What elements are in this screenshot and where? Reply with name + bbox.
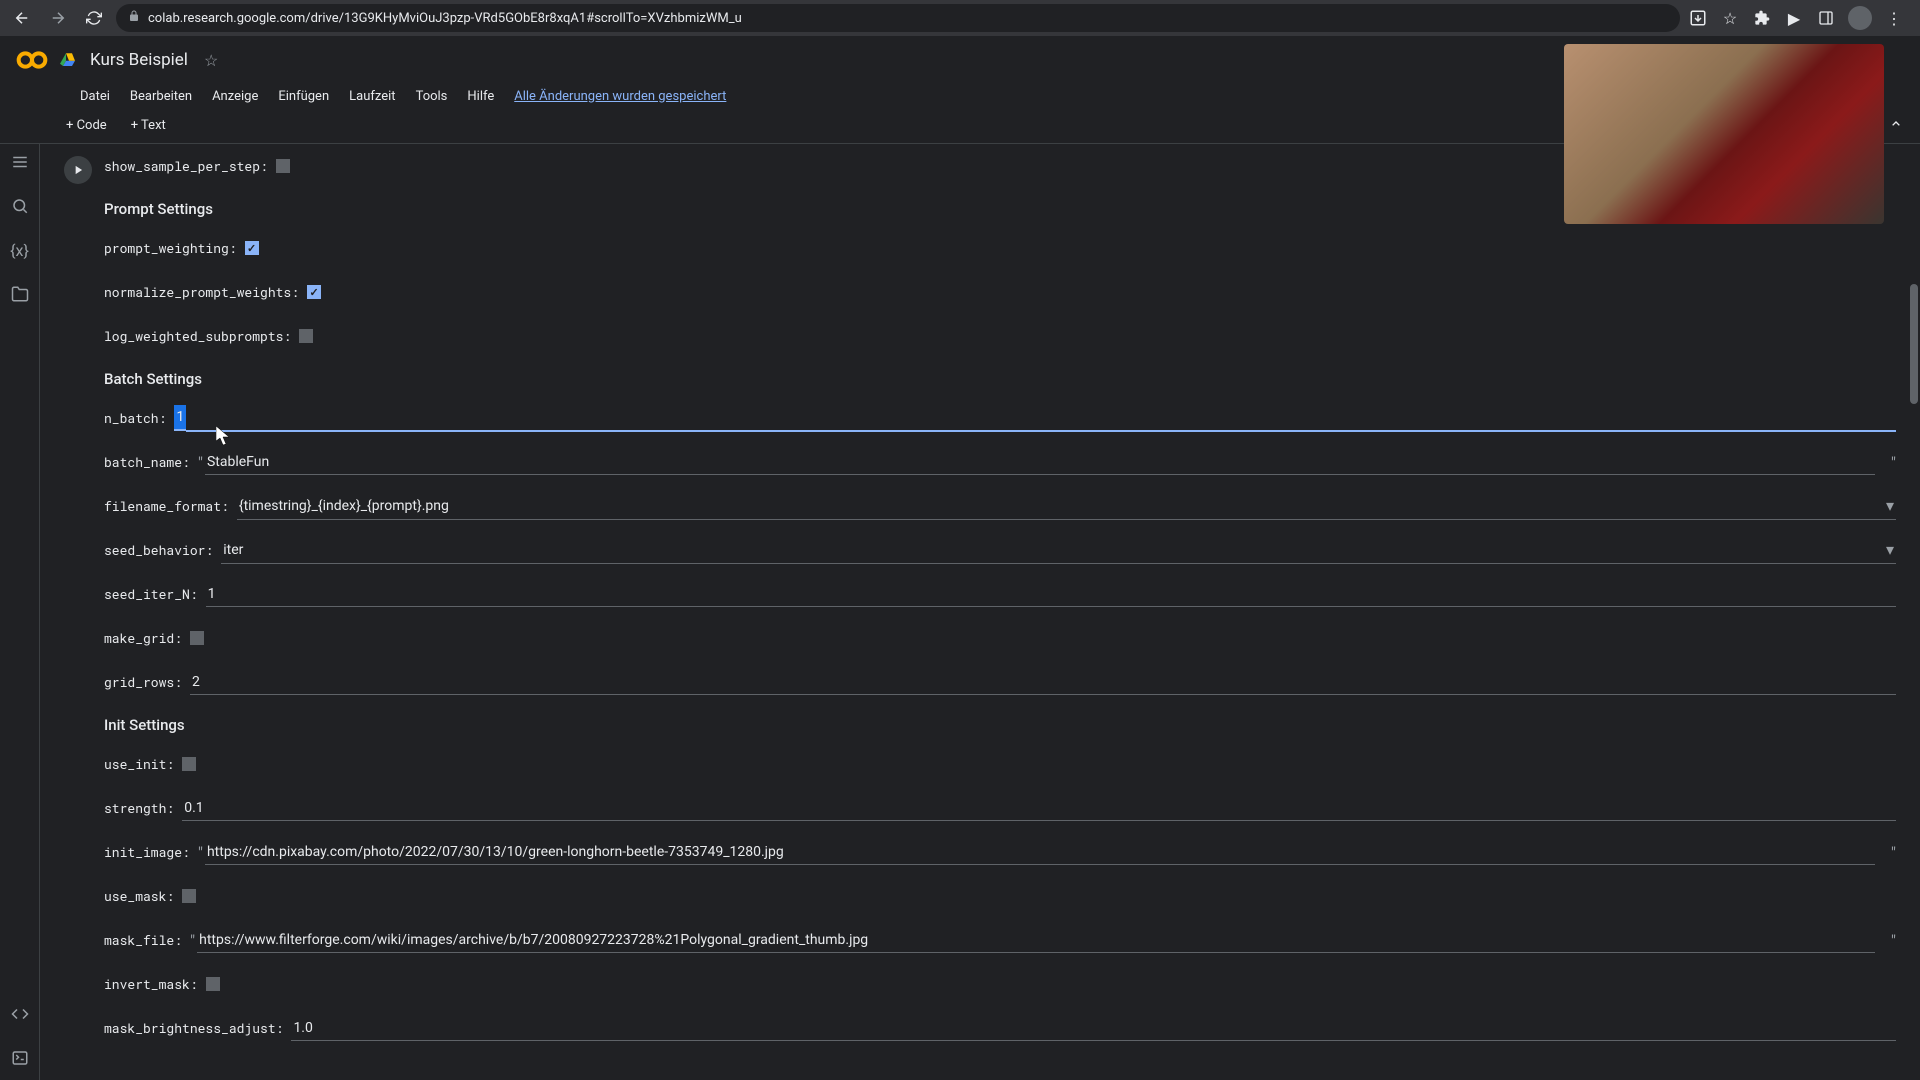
strength-input[interactable] bbox=[182, 796, 1896, 821]
run-button[interactable] bbox=[64, 156, 92, 184]
init-image-label: init_image: bbox=[104, 843, 190, 861]
invert-mask-checkbox[interactable] bbox=[206, 977, 220, 991]
main-content: show_sample_per_step: Prompt Settings pr… bbox=[40, 144, 1920, 1080]
filename-format-label: filename_format: bbox=[104, 497, 229, 515]
forward-button[interactable] bbox=[44, 4, 72, 32]
n-batch-input[interactable] bbox=[174, 405, 186, 431]
mask-brightness-label: mask_brightness_adjust: bbox=[104, 1019, 283, 1037]
seed-behavior-dropdown[interactable]: iter ▾ bbox=[221, 536, 1896, 564]
form-cell: show_sample_per_step: Prompt Settings pr… bbox=[64, 152, 1904, 1058]
url-text: colab.research.google.com/drive/13G9KHyM… bbox=[148, 11, 742, 26]
collapse-button[interactable] bbox=[1888, 116, 1904, 136]
prompt-weighting-label: prompt_weighting: bbox=[104, 239, 237, 257]
n-batch-label: n_batch: bbox=[104, 409, 166, 427]
bookmark-icon[interactable]: ☆ bbox=[1720, 8, 1740, 28]
colab-logo-icon bbox=[16, 44, 48, 76]
drive-icon bbox=[60, 51, 78, 69]
webcam-overlay bbox=[1564, 44, 1884, 224]
log-subprompts-checkbox[interactable] bbox=[299, 329, 313, 343]
log-subprompts-label: log_weighted_subprompts: bbox=[104, 327, 291, 345]
make-grid-label: make_grid: bbox=[104, 629, 182, 647]
chevron-down-icon: ▾ bbox=[1886, 540, 1894, 559]
media-icon[interactable]: ▶ bbox=[1784, 8, 1804, 28]
seed-iter-input[interactable] bbox=[206, 582, 1896, 607]
show-sample-checkbox[interactable] bbox=[276, 159, 290, 173]
mask-file-input[interactable] bbox=[197, 928, 1875, 953]
chevron-down-icon: ▾ bbox=[1886, 496, 1894, 515]
batch-name-label: batch_name: bbox=[104, 453, 190, 471]
menu-edit[interactable]: Bearbeiten bbox=[122, 87, 200, 106]
profile-avatar[interactable] bbox=[1848, 6, 1872, 30]
use-init-label: use_init: bbox=[104, 755, 174, 773]
menu-insert[interactable]: Einfügen bbox=[270, 87, 337, 106]
panel-icon[interactable] bbox=[1816, 8, 1836, 28]
normalize-weights-checkbox[interactable] bbox=[307, 285, 321, 299]
mask-file-label: mask_file: bbox=[104, 931, 182, 949]
show-sample-label: show_sample_per_step: bbox=[104, 157, 268, 175]
lock-icon bbox=[128, 10, 140, 26]
reload-button[interactable] bbox=[80, 4, 108, 32]
terminal-icon[interactable] bbox=[10, 1048, 30, 1068]
section-init: Init Settings bbox=[104, 716, 1896, 734]
star-icon[interactable]: ☆ bbox=[204, 51, 218, 70]
back-button[interactable] bbox=[8, 4, 36, 32]
seed-behavior-label: seed_behavior: bbox=[104, 541, 213, 559]
normalize-weights-label: normalize_prompt_weights: bbox=[104, 283, 299, 301]
filename-format-dropdown[interactable]: {timestring}_{index}_{prompt}.png ▾ bbox=[237, 492, 1896, 520]
make-grid-checkbox[interactable] bbox=[190, 631, 204, 645]
scrollbar-thumb[interactable] bbox=[1910, 284, 1918, 404]
browser-chrome: colab.research.google.com/drive/13G9KHyM… bbox=[0, 0, 1920, 36]
grid-rows-label: grid_rows: bbox=[104, 673, 182, 691]
use-mask-checkbox[interactable] bbox=[182, 889, 196, 903]
use-init-checkbox[interactable] bbox=[182, 757, 196, 771]
install-icon[interactable] bbox=[1688, 8, 1708, 28]
search-icon[interactable] bbox=[10, 196, 30, 216]
grid-rows-input[interactable] bbox=[190, 670, 1896, 695]
toc-icon[interactable] bbox=[10, 152, 30, 172]
prompt-weighting-checkbox[interactable] bbox=[245, 241, 259, 255]
batch-name-input[interactable] bbox=[205, 450, 1875, 475]
files-icon[interactable] bbox=[10, 284, 30, 304]
add-text-button[interactable]: + Text bbox=[121, 114, 176, 137]
left-sidebar: {x} bbox=[0, 144, 40, 1080]
mask-brightness-input[interactable] bbox=[291, 1016, 1896, 1041]
scrollbar[interactable] bbox=[1896, 144, 1920, 1080]
menu-view[interactable]: Anzeige bbox=[204, 87, 266, 106]
menu-help[interactable]: Hilfe bbox=[459, 87, 502, 106]
section-batch: Batch Settings bbox=[104, 370, 1896, 388]
code-snippets-icon[interactable] bbox=[10, 1004, 30, 1024]
seed-iter-label: seed_iter_N: bbox=[104, 585, 198, 603]
menu-runtime[interactable]: Laufzeit bbox=[341, 87, 403, 106]
menu-file[interactable]: Datei bbox=[72, 87, 118, 106]
menu-icon[interactable]: ⋮ bbox=[1884, 8, 1904, 28]
strength-label: strength: bbox=[104, 799, 174, 817]
document-title[interactable]: Kurs Beispiel bbox=[90, 50, 188, 70]
extensions-icon[interactable] bbox=[1752, 8, 1772, 28]
init-image-input[interactable] bbox=[205, 840, 1875, 865]
invert-mask-label: invert_mask: bbox=[104, 975, 198, 993]
variables-icon[interactable]: {x} bbox=[10, 240, 30, 260]
address-bar[interactable]: colab.research.google.com/drive/13G9KHyM… bbox=[116, 4, 1680, 32]
add-code-button[interactable]: + Code bbox=[56, 114, 117, 137]
save-status[interactable]: Alle Änderungen wurden gespeichert bbox=[514, 89, 726, 104]
use-mask-label: use_mask: bbox=[104, 887, 174, 905]
menu-tools[interactable]: Tools bbox=[408, 87, 456, 106]
